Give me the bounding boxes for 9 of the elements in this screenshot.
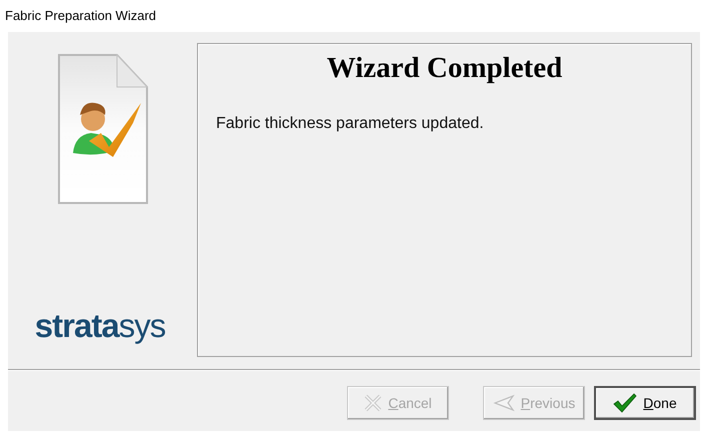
done-button[interactable]: Done — [594, 386, 696, 420]
window-title: Fabric Preparation Wizard — [5, 8, 156, 23]
document-user-check-icon — [55, 53, 151, 207]
left-arrow-icon — [492, 394, 515, 412]
company-logo: stratasys — [34, 307, 166, 345]
checkmark-icon — [613, 393, 638, 413]
status-message: Fabric thickness parameters updated. — [216, 115, 485, 133]
panel-heading: Wizard Completed — [326, 52, 564, 85]
x-icon — [364, 394, 382, 412]
